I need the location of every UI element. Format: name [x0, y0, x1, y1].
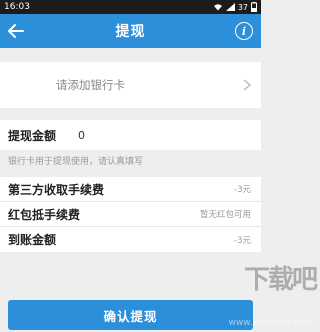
withdraw-amount-input[interactable]: 0 [78, 129, 85, 142]
fee-label: 到账金额 [8, 233, 57, 247]
fee-value: -3元 [234, 185, 251, 195]
fee-list: 第三方收取手续费 -3元 红包抵手续费 暂无红包可用 到账金额 -3元 [0, 177, 261, 252]
battery-icon [251, 2, 257, 12]
fee-label: 第三方收取手续费 [8, 182, 105, 197]
fee-value: 暂无红包可用 [199, 210, 251, 220]
arrow-left-icon[interactable] [6, 21, 26, 41]
wifi-icon [213, 4, 222, 11]
app-bar: 提现 i [0, 14, 261, 48]
fee-row-red-packet[interactable]: 红包抵手续费 暂无红包可用 [0, 202, 261, 227]
info-icon[interactable]: i [235, 22, 253, 40]
status-icons: 37 [213, 2, 257, 12]
confirm-withdraw-button[interactable]: 确认提现 [8, 300, 253, 330]
watermark-url: www.xiazaiba.com [228, 318, 312, 328]
page-title: 提现 [115, 24, 146, 40]
add-bank-card-label: 请添加银行卡 [56, 78, 125, 92]
chevron-right-icon [243, 79, 251, 91]
fee-row-received: 到账金额 -3元 [0, 227, 261, 252]
fee-label: 红包抵手续费 [8, 207, 81, 222]
withdraw-amount-label: 提现金额 [8, 128, 57, 143]
add-bank-card-row[interactable]: 请添加银行卡 [0, 62, 261, 108]
fee-row-third-party: 第三方收取手续费 -3元 [0, 177, 261, 202]
fee-value: -3元 [234, 235, 251, 246]
status-time: 16:03 [4, 2, 30, 12]
signal-icon [225, 3, 235, 11]
battery-percent: 37 [237, 2, 248, 12]
bank-card-hint: 银行卡用于提现使用，请认真填写 [8, 157, 144, 167]
withdraw-amount-row: 提现金额 0 [0, 120, 261, 150]
status-bar: 16:03 37 [0, 0, 261, 14]
watermark: 下载吧 [243, 264, 318, 295]
